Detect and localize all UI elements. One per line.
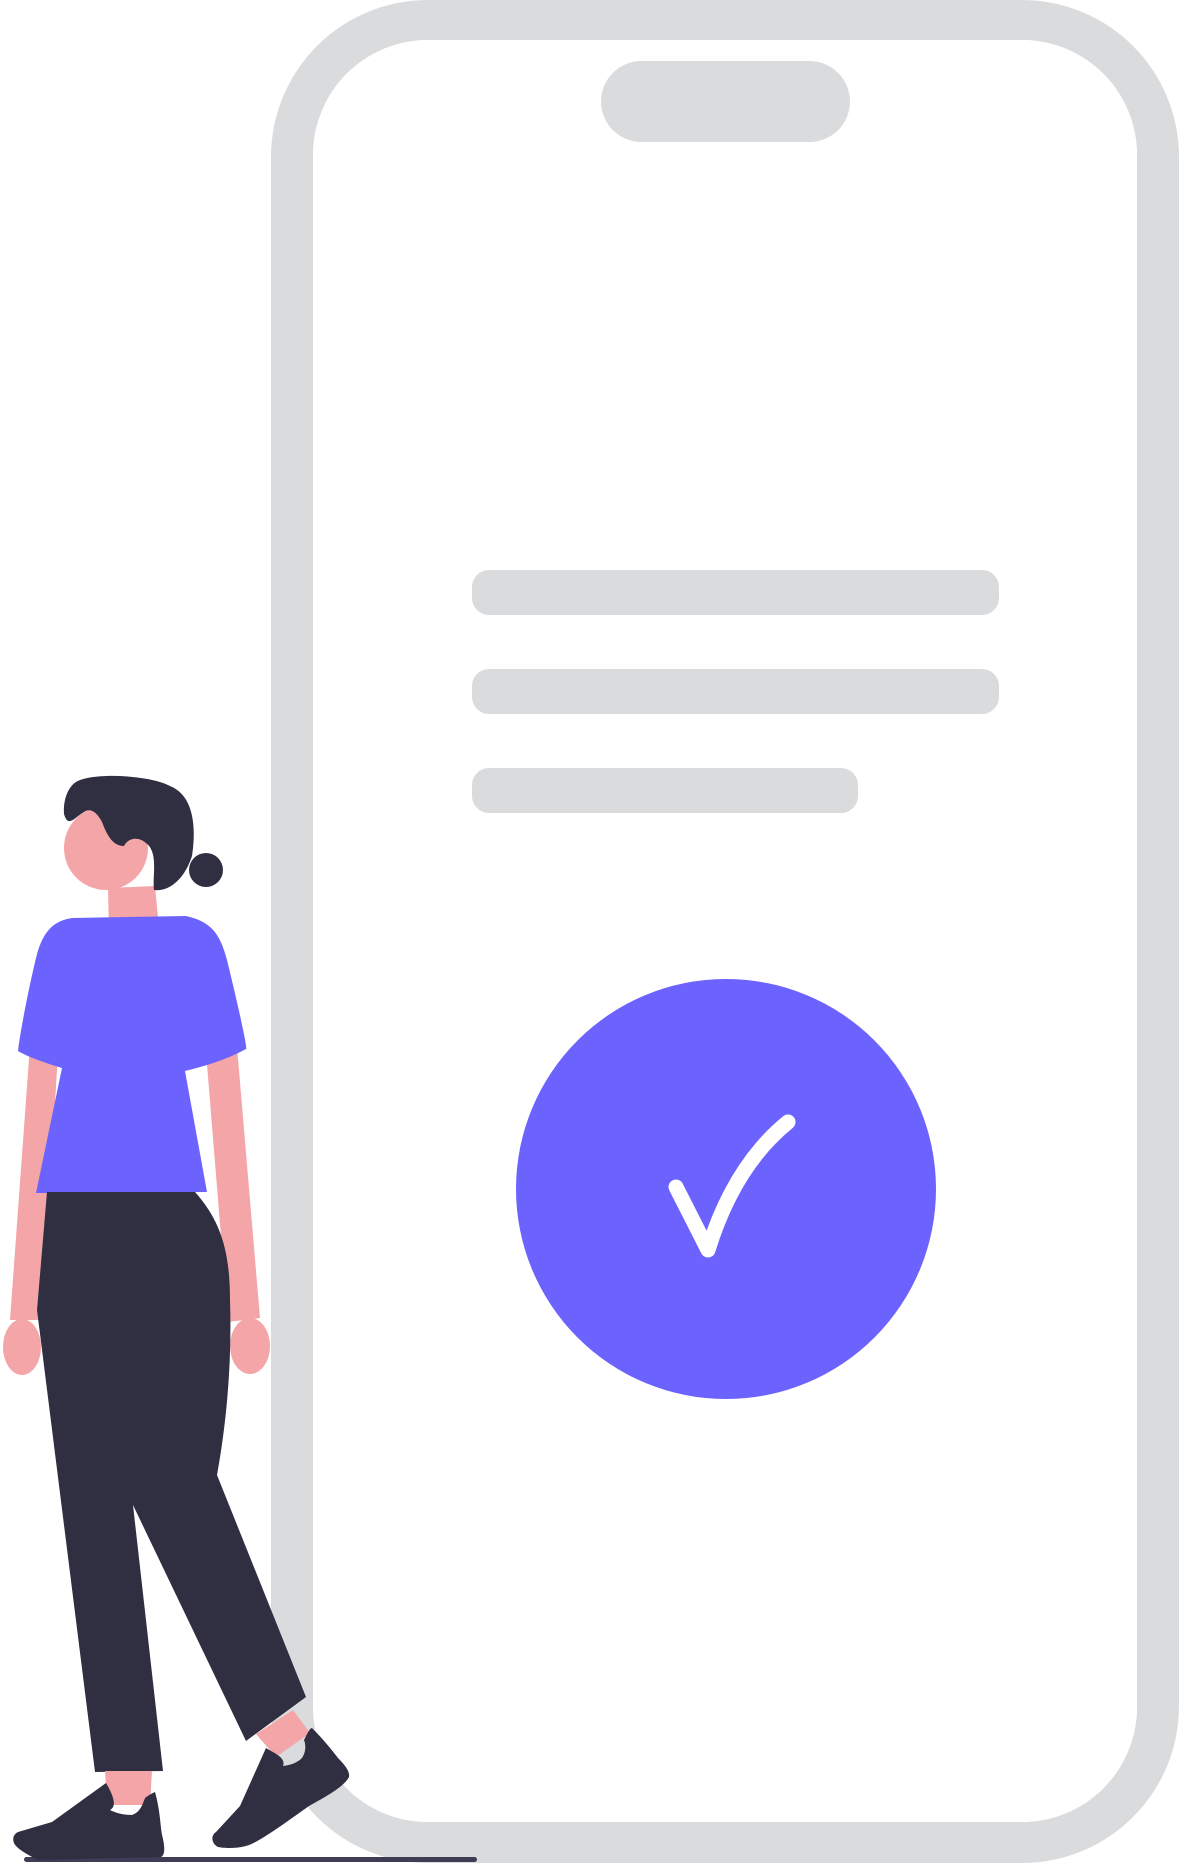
phone-notch xyxy=(601,61,850,142)
person-shirt xyxy=(18,916,247,1193)
phone-device xyxy=(271,0,1179,1863)
person-left-hand xyxy=(3,1319,41,1375)
illustration-scene xyxy=(3,0,1179,1863)
person-right-hand xyxy=(230,1318,270,1374)
person-hair-bun xyxy=(189,853,223,887)
success-badge xyxy=(516,979,936,1399)
text-line-3 xyxy=(472,768,858,813)
text-line-2 xyxy=(472,669,999,714)
person-pants xyxy=(37,1192,306,1772)
phone-screen xyxy=(313,40,1137,1822)
text-line-1 xyxy=(472,570,999,615)
